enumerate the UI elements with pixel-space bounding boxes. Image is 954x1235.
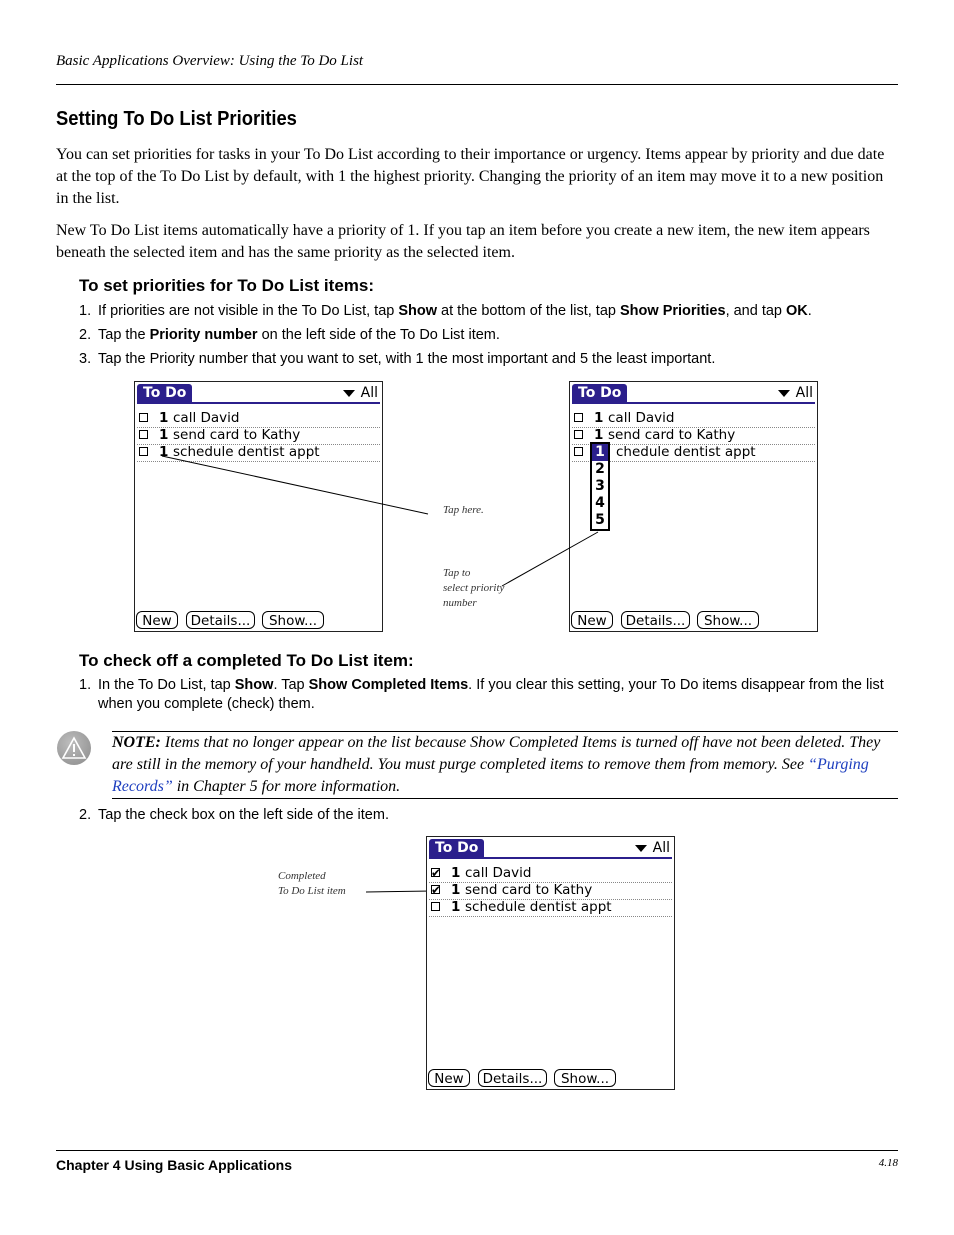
callout-completed: Completed To Do List item — [278, 870, 346, 897]
item-description: send card to Kathy — [465, 882, 593, 898]
callout-tap-here: Tap here. — [443, 504, 484, 516]
step-1-check-off: 1. In the To Do List, tap Show. Tap Show… — [79, 676, 899, 714]
checked-checkbox-icon[interactable] — [431, 884, 441, 896]
todo-item[interactable]: 1 send card to Kathy — [429, 882, 672, 900]
category-picker[interactable]: All — [634, 839, 670, 857]
warning-icon — [57, 731, 91, 765]
checkbox[interactable] — [431, 902, 440, 911]
step-text: Tap the check box on the left side of th… — [98, 807, 389, 823]
category-label: All — [652, 840, 670, 856]
callout-tap-to-select: Tap to select priority number — [443, 567, 505, 609]
todo-title-tab: To Do — [429, 839, 485, 858]
new-button[interactable]: New — [428, 1069, 470, 1087]
show-button[interactable]: Show... — [554, 1069, 616, 1087]
dropdown-triangle-icon — [634, 844, 647, 852]
footer-rule — [56, 1150, 898, 1151]
step-2-check-off: 2. Tap the check box on the left side of… — [79, 806, 899, 825]
todo-item[interactable]: 1 call David — [429, 865, 672, 883]
item-description: call David — [465, 865, 532, 881]
todo-screen-completed: To Do All 1 call David 1 send card to Kath… — [426, 836, 675, 1090]
checked-checkbox-icon[interactable] — [431, 867, 441, 879]
priority-number[interactable]: 1 — [451, 899, 460, 916]
procedure-heading-check-off: To check off a completed To Do List item… — [79, 651, 414, 670]
title-underline — [429, 857, 672, 859]
priority-number[interactable]: 1 — [451, 865, 460, 882]
step-number: 1. — [79, 677, 92, 693]
priority-number[interactable]: 1 — [451, 882, 460, 899]
footer-chapter-title: Chapter 4 Using Basic Applications — [56, 1157, 292, 1173]
step-number: 2. — [79, 807, 92, 823]
item-description: schedule dentist appt — [465, 899, 612, 915]
todo-item[interactable]: 1 schedule dentist appt — [429, 899, 672, 917]
step-text: In the To Do List, tap Show. Tap Show Co… — [98, 677, 884, 712]
note-label: NOTE: — [112, 734, 161, 751]
note-bottom-rule — [112, 798, 898, 799]
note-text: NOTE: Items that no longer appear on the… — [112, 734, 881, 795]
details-button[interactable]: Details... — [478, 1069, 547, 1087]
page-number: 4.18 — [878, 1157, 898, 1169]
